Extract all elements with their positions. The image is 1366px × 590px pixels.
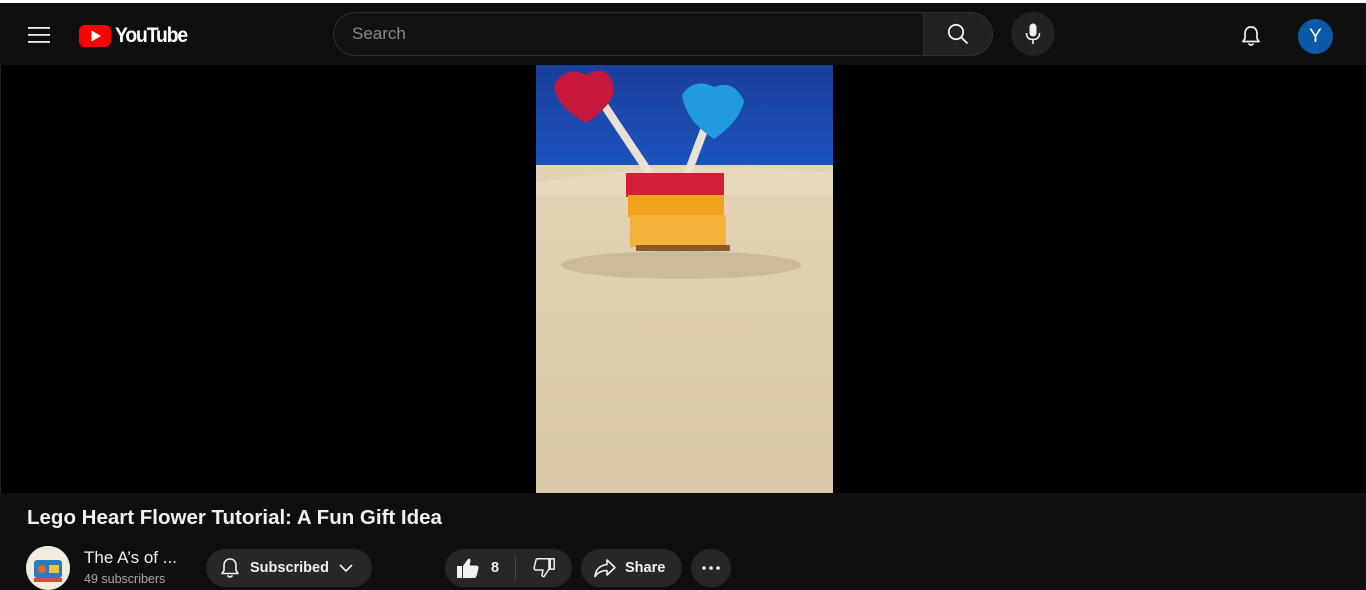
share-label: Share [625,560,666,576]
search-button[interactable] [923,12,993,56]
search-box [333,12,924,56]
notifications-button[interactable] [1231,16,1271,56]
avatar-letter: Y [1309,25,1322,47]
share-button[interactable]: Share [581,549,682,587]
channel-avatar[interactable] [26,546,70,590]
microphone-icon [1025,23,1041,44]
share-icon [594,559,616,578]
search-icon [947,23,969,45]
thumbs-down-icon [533,558,555,578]
channel-name[interactable]: The A’s of ... [84,548,177,568]
dislike-button[interactable] [516,549,572,587]
subscribed-button[interactable]: Subscribed [206,549,372,587]
logo-text: YouTube [115,24,188,47]
subscriber-count: 49 subscribers [84,572,166,586]
video-player[interactable] [0,65,1366,493]
menu-button[interactable] [21,17,57,53]
like-dislike-group: 8 [445,549,572,587]
youtube-logo-icon [79,25,111,47]
menu-icon [28,27,50,43]
video-frame[interactable] [536,65,833,493]
bell-icon [221,558,239,578]
video-content-image [536,65,833,493]
voice-search-button[interactable] [1011,12,1055,56]
youtube-logo[interactable]: YouTube [79,23,193,49]
like-count: 8 [491,560,500,576]
subscribed-label: Subscribed [250,560,329,576]
bell-icon [1242,26,1260,46]
more-horizontal-icon [702,566,720,570]
top-bar: YouTube Y [0,0,1366,65]
chevron-down-icon [339,564,353,573]
channel-avatar-image [26,546,70,590]
video-title: Lego Heart Flower Tutorial: A Fun Gift I… [27,506,442,529]
thumbs-up-icon [457,558,479,578]
account-avatar[interactable]: Y [1298,19,1333,54]
like-button[interactable]: 8 [445,549,515,587]
more-actions-button[interactable] [691,549,731,587]
search-input[interactable] [352,24,924,44]
